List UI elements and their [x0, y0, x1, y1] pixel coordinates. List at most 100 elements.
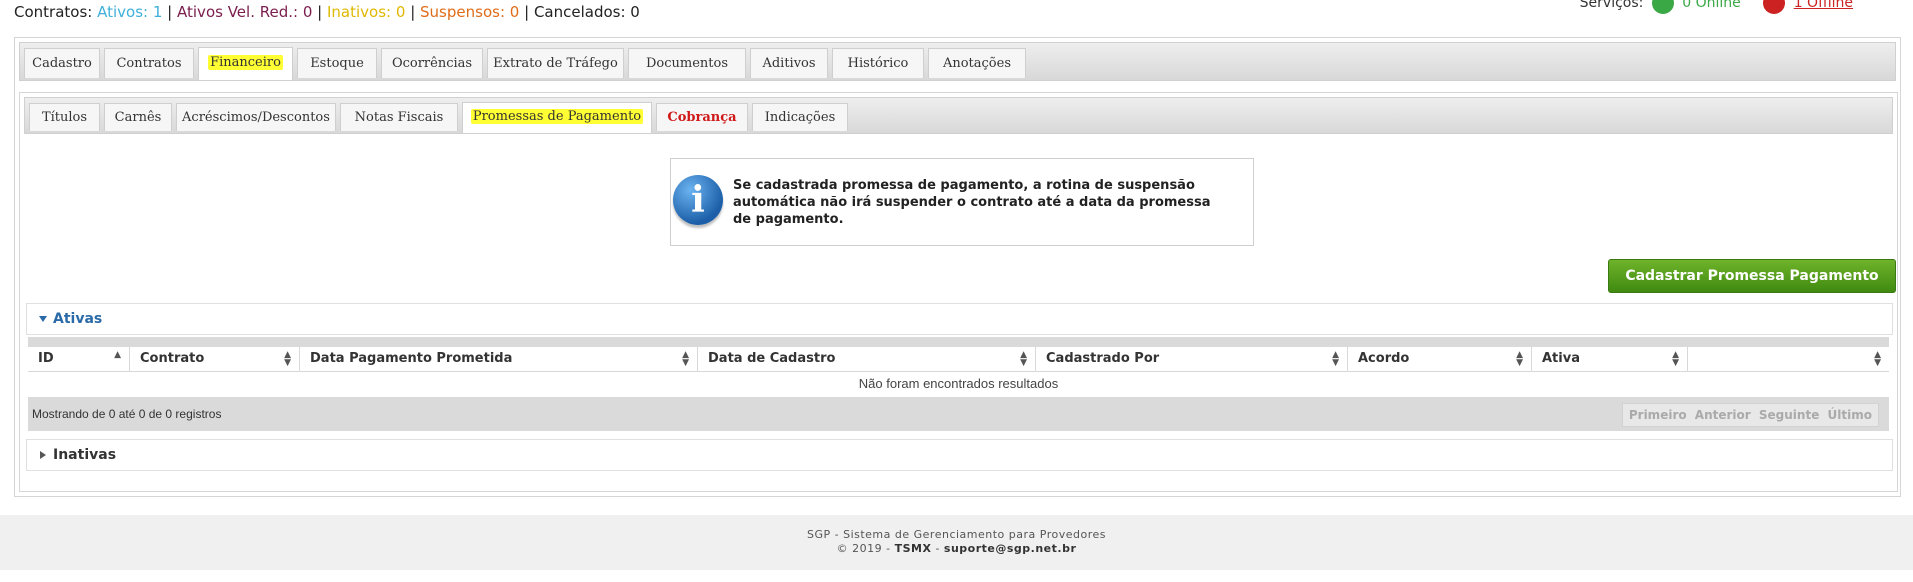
tab-label: Ocorrências: [391, 56, 473, 71]
column-label: Acordo: [1358, 351, 1410, 366]
empty-message: Não foram encontrados resultados: [858, 376, 1059, 391]
inativos-count[interactable]: Inativos: 0: [327, 3, 405, 21]
contracts-summary: Contratos: Ativos: 1 | Ativos Vel. Red.:…: [14, 3, 640, 21]
subtab-label: Acréscimos/Descontos: [182, 110, 330, 125]
tab-label: Aditivos: [762, 56, 816, 71]
subtab-acrescimos-descontos[interactable]: Acréscimos/Descontos: [176, 103, 336, 131]
column-data-cadastro[interactable]: Data de Cadastro ▲ ▼: [698, 347, 1036, 371]
suspensos-count[interactable]: Suspensos: 0: [420, 3, 519, 21]
footer-copyright: © 2019 - TSMX - suporte@sgp.net.br: [0, 542, 1913, 555]
caret-down-icon: [39, 316, 47, 322]
table-header: ID ▲ Contrato ▲ ▼ Data Pagamento Prometida ▲…: [28, 347, 1889, 372]
tab-label: Anotações: [942, 56, 1012, 71]
offline-icon: [1763, 0, 1786, 14]
page-footer: SGP - Sistema de Gerenciamento para Prov…: [0, 515, 1913, 570]
column-data-pagamento-prometida[interactable]: Data Pagamento Prometida ▲ ▼: [300, 347, 698, 371]
footer-system-name: SGP - Sistema de Gerenciamento para Prov…: [806, 528, 1106, 541]
info-message-box: i Se cadastrada promessa de pagamento, a…: [670, 158, 1254, 246]
accordion-inativas[interactable]: Inativas: [26, 439, 1893, 471]
tab-extrato-trafego[interactable]: Extrato de Tráfego: [487, 48, 624, 78]
sort-icon: ▲ ▼: [1020, 350, 1027, 368]
column-contrato[interactable]: Contrato ▲ ▼: [130, 347, 300, 371]
contracts-label: Contratos:: [14, 3, 93, 21]
column-id[interactable]: ID ▲: [28, 347, 130, 371]
subtab-label: Títulos: [41, 110, 88, 125]
column-cadastrado-por[interactable]: Cadastrado Por ▲ ▼: [1036, 347, 1348, 371]
separator: |: [167, 3, 173, 21]
subtab-titulos[interactable]: Títulos: [29, 103, 100, 131]
table-footer: Mostrando de 0 até 0 de 0 registros Prim…: [28, 397, 1889, 431]
subtab-indicacoes[interactable]: Indicações: [752, 103, 848, 131]
pager-previous[interactable]: Anterior: [1695, 408, 1751, 422]
cadastrar-promessa-button[interactable]: Cadastrar Promessa Pagamento: [1608, 259, 1896, 293]
client-panel: Cadastro Contratos Financeiro Estoque Oc…: [14, 37, 1901, 497]
tab-label: Extrato de Tráfego: [493, 56, 618, 71]
support-email-link[interactable]: suporte@sgp.net.br: [944, 542, 1076, 555]
copyright-text: © 2019 -: [836, 542, 891, 555]
services-label: Serviços:: [1579, 0, 1644, 11]
tab-anotacoes[interactable]: Anotações: [928, 48, 1026, 78]
subtab-promessas-pagamento[interactable]: Promessas de Pagamento: [462, 102, 652, 133]
sort-icon: ▲ ▼: [682, 350, 689, 368]
column-label: ID: [38, 351, 54, 366]
promessas-table: ID ▲ Contrato ▲ ▼ Data Pagamento Prometida ▲…: [28, 337, 1889, 435]
subtab-cobranca[interactable]: Cobrança: [656, 103, 748, 131]
accordion-ativas[interactable]: Ativas: [26, 303, 1893, 335]
ativos-count[interactable]: Ativos: 1: [97, 3, 162, 21]
separator: |: [317, 3, 323, 21]
tab-estoque[interactable]: Estoque: [297, 48, 377, 78]
subtab-label: Promessas de Pagamento: [470, 109, 644, 124]
services-status: Serviços: 0 Online 1 Offline: [1580, 0, 1853, 14]
tab-label: Documentos: [645, 56, 729, 71]
column-label: Ativa: [1542, 351, 1580, 366]
column-label: Contrato: [140, 351, 205, 366]
separator: |: [524, 3, 530, 21]
tab-financeiro[interactable]: Financeiro: [198, 47, 293, 80]
subtab-label: Indicações: [764, 110, 836, 125]
ativos-vel-red-count[interactable]: Ativos Vel. Red.: 0: [177, 3, 312, 21]
tab-historico[interactable]: Histórico: [832, 48, 924, 78]
column-label: Data Pagamento Prometida: [310, 351, 513, 366]
tab-label: Estoque: [310, 56, 364, 71]
tab-ocorrencias[interactable]: Ocorrências: [381, 48, 483, 78]
column-label: Data de Cadastro: [708, 351, 836, 366]
subtab-label: Cobrança: [667, 110, 737, 125]
subtab-label: Notas Fiscais: [354, 110, 444, 125]
table-toolbar: [28, 337, 1889, 347]
subtab-carnes[interactable]: Carnês: [104, 103, 172, 131]
tab-label: Contratos: [116, 56, 182, 71]
separator: -: [935, 542, 940, 555]
tab-label: Cadastro: [32, 56, 92, 71]
sub-tabs: Títulos Carnês Acréscimos/Descontos Nota…: [24, 97, 1893, 134]
records-info: Mostrando de 0 até 0 de 0 registros: [32, 407, 222, 421]
online-icon: [1651, 0, 1674, 14]
info-message: Se cadastrada promessa de pagamento, a r…: [733, 178, 1211, 227]
pager-next[interactable]: Seguinte: [1759, 408, 1819, 422]
tab-contratos[interactable]: Contratos: [104, 48, 194, 78]
caret-right-icon: [40, 451, 46, 459]
pager-last[interactable]: Último: [1828, 408, 1872, 422]
company-name: TSMX: [894, 542, 932, 555]
offline-count[interactable]: 1 Offline: [1794, 0, 1853, 11]
column-ativa[interactable]: Ativa ▲ ▼: [1532, 347, 1688, 371]
cancelados-count[interactable]: Cancelados: 0: [534, 3, 640, 21]
tab-cadastro[interactable]: Cadastro: [24, 48, 100, 78]
info-icon: i: [673, 175, 723, 225]
column-actions[interactable]: ▲ ▼: [1688, 347, 1889, 371]
subtab-notas-fiscais[interactable]: Notas Fiscais: [340, 103, 458, 131]
tab-label: Financeiro: [208, 55, 283, 70]
accordion-inativas-title: Inativas: [53, 447, 117, 463]
column-label: Cadastrado Por: [1046, 351, 1160, 366]
column-acordo[interactable]: Acordo ▲ ▼: [1348, 347, 1532, 371]
tab-documentos[interactable]: Documentos: [628, 48, 746, 78]
sort-asc-icon: ▲: [114, 350, 121, 360]
tab-aditivos[interactable]: Aditivos: [750, 48, 828, 78]
tab-label: Histórico: [847, 56, 909, 71]
financeiro-panel: Títulos Carnês Acréscimos/Descontos Nota…: [19, 92, 1898, 492]
sort-icon: ▲ ▼: [1332, 350, 1339, 368]
sort-icon: ▲ ▼: [1516, 350, 1523, 368]
online-count[interactable]: 0 Online: [1682, 0, 1741, 11]
subtab-label: Carnês: [114, 110, 162, 125]
sort-icon: ▲ ▼: [284, 350, 291, 368]
pager-first[interactable]: Primeiro: [1629, 408, 1687, 422]
